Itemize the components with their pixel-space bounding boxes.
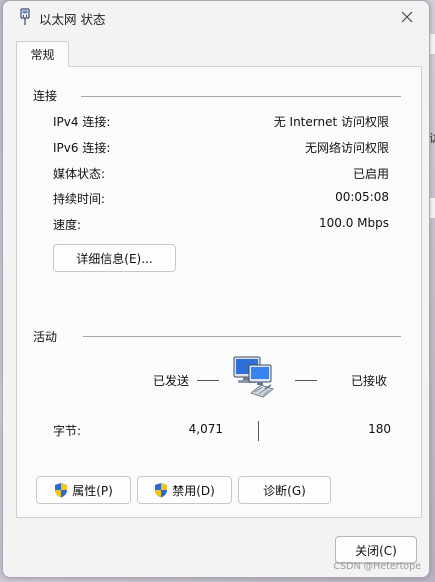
ipv6-connectivity-label: IPv6 连接: [53, 141, 111, 155]
ipv4-connectivity-label: IPv4 连接: [53, 115, 111, 129]
bytes-sent-value: 4,071 [188, 422, 223, 436]
disable-button-label: 禁用(D) [172, 483, 215, 498]
ethernet-status-dialog: 以太网 状态 常规 连接 IPv4 连接: 无 Internet 访问权限 IP… [2, 0, 430, 578]
tab-general[interactable]: 常规 [16, 41, 69, 67]
close-window-button[interactable] [393, 5, 421, 29]
disable-button[interactable]: 禁用(D) [137, 476, 232, 504]
duration-value: 00:05:08 [335, 190, 389, 204]
network-computers-icon [231, 355, 279, 401]
speed-value: 100.0 Mbps [318, 216, 389, 230]
properties-button[interactable]: 属性(P) [36, 476, 131, 504]
diagnose-button[interactable]: 诊断(G) [238, 476, 331, 504]
bytes-received-value: 180 [368, 422, 391, 436]
uac-shield-icon [55, 483, 68, 498]
uac-shield-icon [155, 483, 168, 498]
connection-group-title: 连接 [33, 89, 58, 103]
activity-group-divider [83, 336, 401, 337]
sent-dash [197, 380, 219, 381]
bytes-separator [258, 421, 259, 441]
media-state-value: 已启用 [352, 167, 389, 181]
tab-panel-general: 连接 IPv4 连接: 无 Internet 访问权限 IPv6 连接: 无网络… [16, 66, 422, 518]
speed-label: 速度: [53, 218, 82, 232]
activity-group-title: 活动 [33, 330, 58, 344]
ipv6-connectivity-value: 无网络访问权限 [304, 141, 389, 155]
media-state-label: 媒体状态: [53, 167, 106, 181]
sent-label: 已发送 [153, 374, 190, 388]
close-icon [401, 11, 413, 23]
duration-label: 持续时间: [53, 192, 106, 206]
connection-group-divider [81, 96, 401, 97]
close-button[interactable]: 关闭(C) [335, 536, 417, 564]
received-label: 已接收 [351, 374, 388, 388]
ipv4-connectivity-value: 无 Internet 访问权限 [273, 115, 389, 129]
properties-button-label: 属性(P) [72, 483, 113, 498]
bytes-label: 字节: [53, 424, 82, 438]
network-adapter-icon [17, 8, 33, 26]
received-dash [295, 380, 317, 381]
title-bar[interactable]: 以太网 状态 [3, 1, 429, 33]
details-button[interactable]: 详细信息(E)... [53, 244, 176, 272]
watermark: CSDN @Hetertope [333, 561, 421, 572]
window-title: 以太网 状态 [39, 12, 106, 27]
